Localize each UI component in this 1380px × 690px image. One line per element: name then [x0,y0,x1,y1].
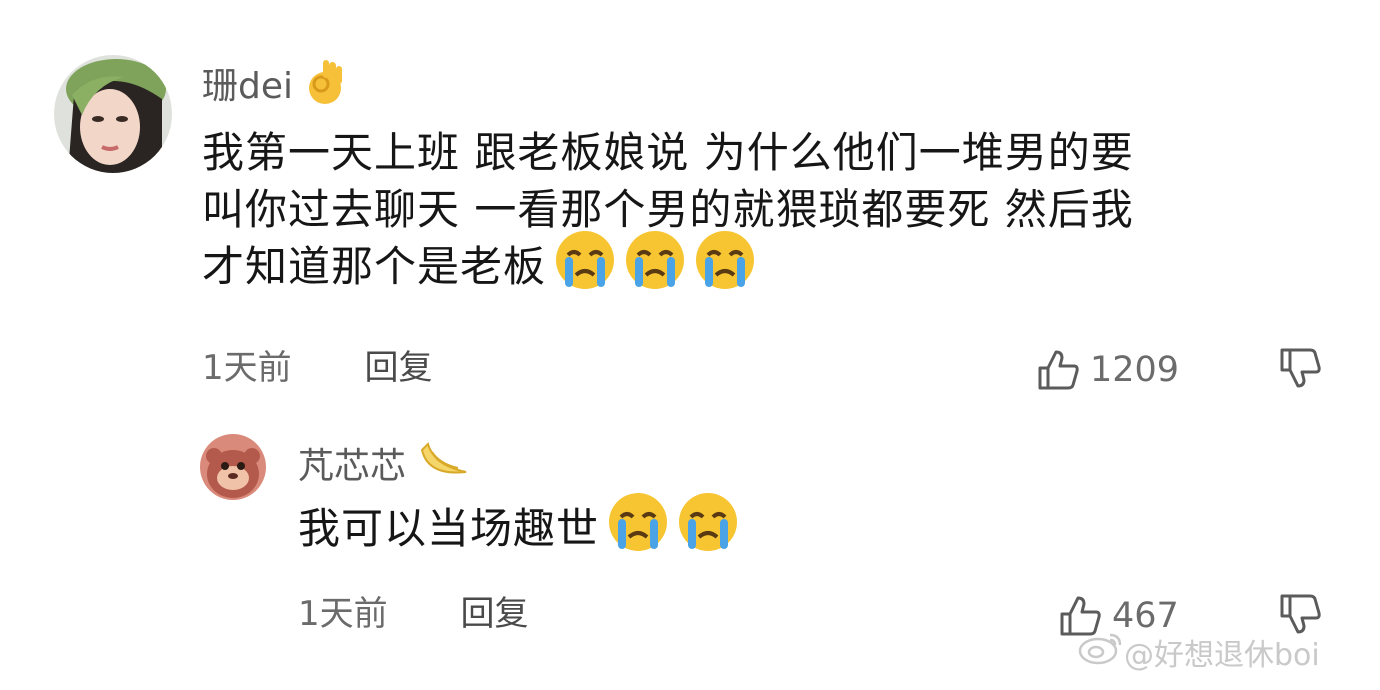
banana-flair-icon [418,442,472,491]
comment-line-with-emoji: 我可以当场趣世 [298,492,739,557]
comment-time: 1天前 [298,594,388,634]
loudly-crying-face-icon [554,229,616,305]
comment-body: 我第一天上班 跟老板娘说 为什么他们一堆男的要 叫你过去聊天 一看那个男的就猥琐… [202,124,1134,295]
watermark: @好想退休boi [1078,630,1320,674]
thumbs-down-icon [1280,348,1321,388]
comment-meta: 1天前 回复 [202,348,432,388]
comment-time: 1天前 [202,348,292,388]
comment-line: 我第一天上班 跟老板娘说 为什么他们一堆男的要 [202,128,1134,177]
loudly-crying-face-icon [694,229,756,305]
reply-button[interactable]: 回复 [364,348,432,388]
comment-thread: 珊dei 我第一天上班 跟老板娘说 为什么他们一堆男的要 叫你过去聊天 一看那个… [0,0,1380,690]
watermark-text: @好想退休boi [1124,638,1320,673]
thumbs-up-icon [1038,350,1079,390]
like-button[interactable]: 1209 [1036,348,1179,392]
avatar[interactable] [54,55,172,173]
comment-line: 我可以当场趣世 [298,504,600,553]
comment-body: 我可以当场趣世 [298,492,739,557]
username[interactable]: 珊dei [202,58,345,115]
username-text: 珊dei [202,65,294,107]
weibo-logo-icon [1078,631,1124,673]
ok-hand-icon [305,58,345,115]
reply-button[interactable]: 回复 [460,594,528,634]
avatar[interactable] [200,434,266,500]
username-text: 芃芯芯 [298,445,407,487]
comment-line: 才知道那个是老板 [202,242,547,291]
loudly-crying-face-icon [624,229,686,305]
dislike-button[interactable] [1278,346,1322,394]
username[interactable]: 芃芯芯 [298,442,472,491]
comment-meta: 1天前 回复 [298,594,528,634]
loudly-crying-face-icon [677,491,739,567]
like-count: 1209 [1090,350,1180,390]
comment-line-with-emoji: 才知道那个是老板 [202,230,1134,295]
loudly-crying-face-icon [607,491,669,567]
